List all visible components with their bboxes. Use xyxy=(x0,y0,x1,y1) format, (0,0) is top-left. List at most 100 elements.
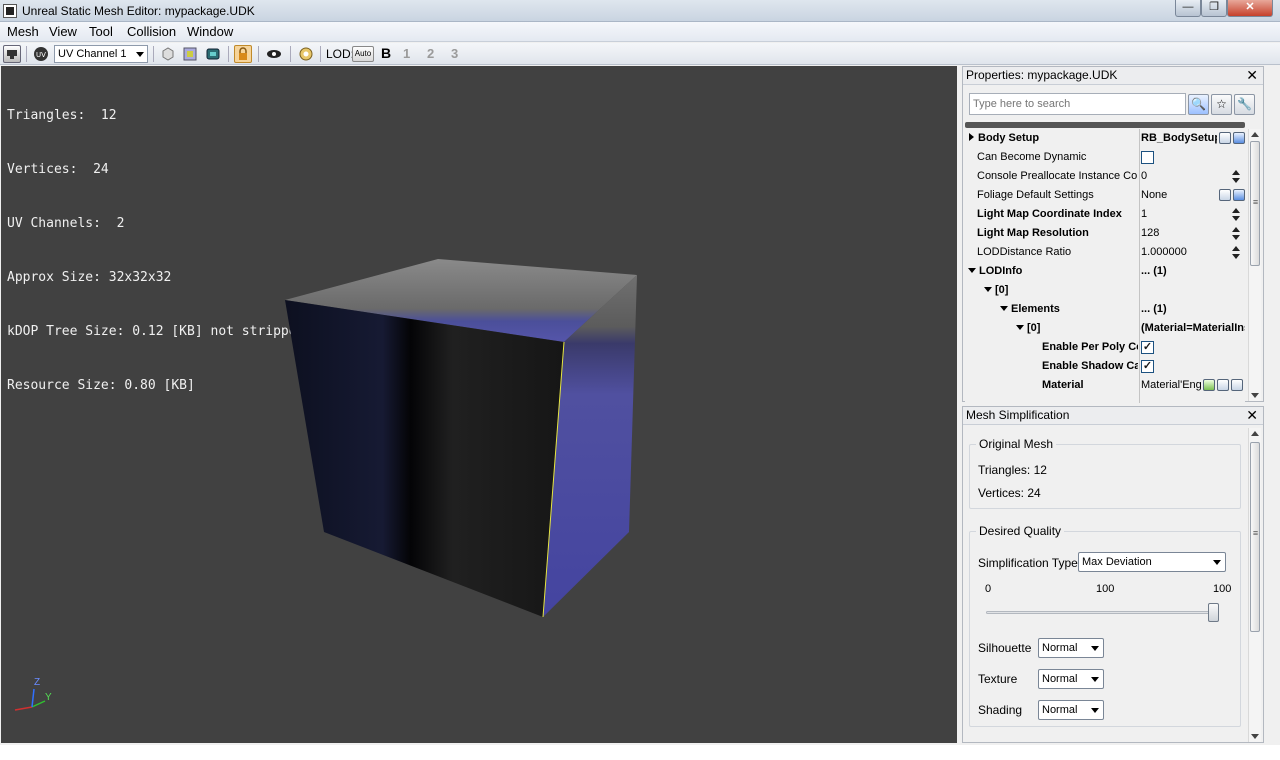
property-row-lod-info[interactable]: LODInfo ... (1) xyxy=(965,262,1245,281)
properties-title: Properties: mypackage.UDK xyxy=(966,68,1118,82)
simplification-close-icon[interactable]: ✕ xyxy=(1246,407,1258,424)
property-value: (Material=MaterialInstanceConstant xyxy=(1141,322,1245,334)
slider-mid-label: 100 xyxy=(1096,583,1115,595)
dropdown-icon[interactable] xyxy=(1233,132,1245,144)
silhouette-label: Silhouette xyxy=(978,641,1032,655)
maximize-button[interactable]: ❐ xyxy=(1201,0,1227,17)
lod-auto-button[interactable]: Auto xyxy=(352,46,374,62)
favorite-icon[interactable]: ☆ xyxy=(1211,94,1232,115)
lod-base-button[interactable]: B xyxy=(381,45,391,61)
scroll-up-icon[interactable] xyxy=(1251,431,1259,436)
property-row-material[interactable]: Material Material'EngineMaterials xyxy=(965,376,1245,395)
collapse-arrow-icon[interactable] xyxy=(968,268,976,273)
sockets-icon[interactable] xyxy=(297,45,315,63)
close-button[interactable]: ✕ xyxy=(1227,0,1273,17)
scroll-up-icon[interactable] xyxy=(1251,132,1259,137)
clear-icon[interactable] xyxy=(1219,132,1231,144)
spinner-icon[interactable] xyxy=(1232,225,1241,241)
property-row-can-become-dynamic[interactable]: Can Become Dynamic xyxy=(965,148,1245,167)
simplification-scrollbar[interactable] xyxy=(1248,428,1261,742)
uv-channel-value: UV Channel 1 xyxy=(58,48,127,60)
property-row-element-0[interactable]: [0] (Material=MaterialInstanceConstant xyxy=(965,319,1245,338)
chevron-down-icon xyxy=(1091,708,1099,713)
scroll-down-icon[interactable] xyxy=(1251,393,1259,398)
menu-view[interactable]: View xyxy=(47,24,79,39)
property-value[interactable]: 128 xyxy=(1141,224,1245,242)
property-row-body-setup[interactable]: Body Setup RB_BodySetup xyxy=(965,129,1245,148)
collapse-arrow-icon[interactable] xyxy=(984,287,992,292)
static-mesh-editor-window: Unreal Static Mesh Editor: mypackage.UDK… xyxy=(0,0,1280,745)
property-row-elements[interactable]: Elements ... (1) xyxy=(965,300,1245,319)
quality-slider-thumb[interactable] xyxy=(1208,603,1219,622)
original-triangles: Triangles: 12 xyxy=(978,463,1047,477)
quality-slider-track[interactable] xyxy=(986,611,1218,614)
menu-tool[interactable]: Tool xyxy=(87,24,115,39)
menu-window[interactable]: Window xyxy=(185,24,235,39)
silhouette-value: Normal xyxy=(1042,642,1078,654)
clear-icon[interactable] xyxy=(1219,189,1231,201)
uv-channel-select[interactable]: UV Channel 1 xyxy=(54,45,148,63)
cube-mesh xyxy=(285,259,637,618)
property-row-enable-shadow-casting[interactable]: Enable Shadow Casting ✓ xyxy=(965,357,1245,376)
scroll-thumb[interactable] xyxy=(1250,442,1260,632)
search-icon[interactable]: 🔍 xyxy=(1188,94,1209,115)
property-row-lod-index-0[interactable]: [0] xyxy=(965,281,1245,300)
properties-close-icon[interactable]: ✕ xyxy=(1246,67,1258,84)
browse-icon[interactable] xyxy=(1217,379,1229,391)
collapse-arrow-icon[interactable] xyxy=(1000,306,1008,311)
property-value[interactable]: 0 xyxy=(1141,167,1245,185)
collision-icon[interactable] xyxy=(204,45,222,63)
property-row-console-preallocate[interactable]: Console Preallocate Instance Count 0 xyxy=(965,167,1245,186)
property-row-light-map-coordinate-index[interactable]: Light Map Coordinate Index 1 xyxy=(965,205,1245,224)
property-value[interactable]: 1 xyxy=(1141,205,1245,223)
lod-1-button[interactable]: 1 xyxy=(403,46,410,61)
use-selected-icon[interactable] xyxy=(1203,379,1215,391)
lod-2-button[interactable]: 2 xyxy=(427,46,434,61)
lock-camera-icon[interactable] xyxy=(234,45,252,63)
properties-scrollbar[interactable] xyxy=(1248,129,1261,401)
toolbar: UV UV Channel 1 LOD: Auto B 1 2 3 xyxy=(0,43,1280,65)
can-become-dynamic-checkbox[interactable] xyxy=(1141,151,1154,164)
property-row-light-map-resolution[interactable]: Light Map Resolution 128 xyxy=(965,224,1245,243)
silhouette-select[interactable]: Normal xyxy=(1038,638,1104,658)
axis-indicator: Z Y xyxy=(7,677,57,717)
spinner-icon[interactable] xyxy=(1232,206,1241,222)
eye-icon[interactable] xyxy=(265,45,283,63)
menu-collision[interactable]: Collision xyxy=(125,24,178,39)
shading-select[interactable]: Normal xyxy=(1038,700,1104,720)
enable-per-poly-collision-checkbox[interactable]: ✓ xyxy=(1141,341,1154,354)
wireframe-cube-icon[interactable] xyxy=(159,45,177,63)
texture-select[interactable]: Normal xyxy=(1038,669,1104,689)
clear-icon[interactable] xyxy=(1231,379,1243,391)
app-icon xyxy=(3,4,17,18)
shading-value: Normal xyxy=(1042,704,1078,716)
dropdown-icon[interactable] xyxy=(1233,189,1245,201)
bounds-icon[interactable] xyxy=(181,45,199,63)
enable-shadow-casting-checkbox[interactable]: ✓ xyxy=(1141,360,1154,373)
original-mesh-group: Original Mesh Triangles: 12 Vertices: 24 xyxy=(969,437,1241,509)
expand-arrow-icon[interactable] xyxy=(969,133,974,141)
lod-3-button[interactable]: 3 xyxy=(451,46,458,61)
property-row-lod-distance-ratio[interactable]: LODDistance Ratio 1.000000 xyxy=(965,243,1245,262)
mesh-viewport[interactable]: Triangles: 12 Vertices: 24 UV Channels: … xyxy=(1,66,957,743)
scroll-down-icon[interactable] xyxy=(1251,734,1259,739)
property-value: ... (1) xyxy=(1141,303,1167,315)
minimize-button[interactable]: — xyxy=(1175,0,1201,17)
property-value[interactable]: 1.000000 xyxy=(1141,243,1245,261)
simplification-title-bar: Mesh Simplification ✕ xyxy=(963,407,1263,425)
simplification-type-select[interactable]: Max Deviation xyxy=(1078,552,1226,572)
simplification-title: Mesh Simplification xyxy=(966,408,1070,422)
properties-search-input[interactable] xyxy=(969,93,1186,115)
collapse-arrow-icon[interactable] xyxy=(1016,325,1024,330)
menu-mesh[interactable]: Mesh xyxy=(5,24,41,39)
realtime-toggle-icon[interactable] xyxy=(3,45,21,63)
mesh-simplification-panel: Mesh Simplification ✕ Original Mesh Tria… xyxy=(962,406,1264,743)
scroll-thumb[interactable] xyxy=(1250,141,1260,266)
wrench-icon[interactable]: 🔧 xyxy=(1234,94,1255,115)
uv-overlay-icon[interactable]: UV xyxy=(32,45,50,63)
property-row-foliage-default[interactable]: Foliage Default Settings None xyxy=(965,186,1245,205)
axis-y-label: Y xyxy=(45,692,52,703)
spinner-icon[interactable] xyxy=(1232,244,1241,260)
spinner-icon[interactable] xyxy=(1232,168,1241,184)
property-row-enable-per-poly-collision[interactable]: Enable Per Poly Collision ✓ xyxy=(965,338,1245,357)
